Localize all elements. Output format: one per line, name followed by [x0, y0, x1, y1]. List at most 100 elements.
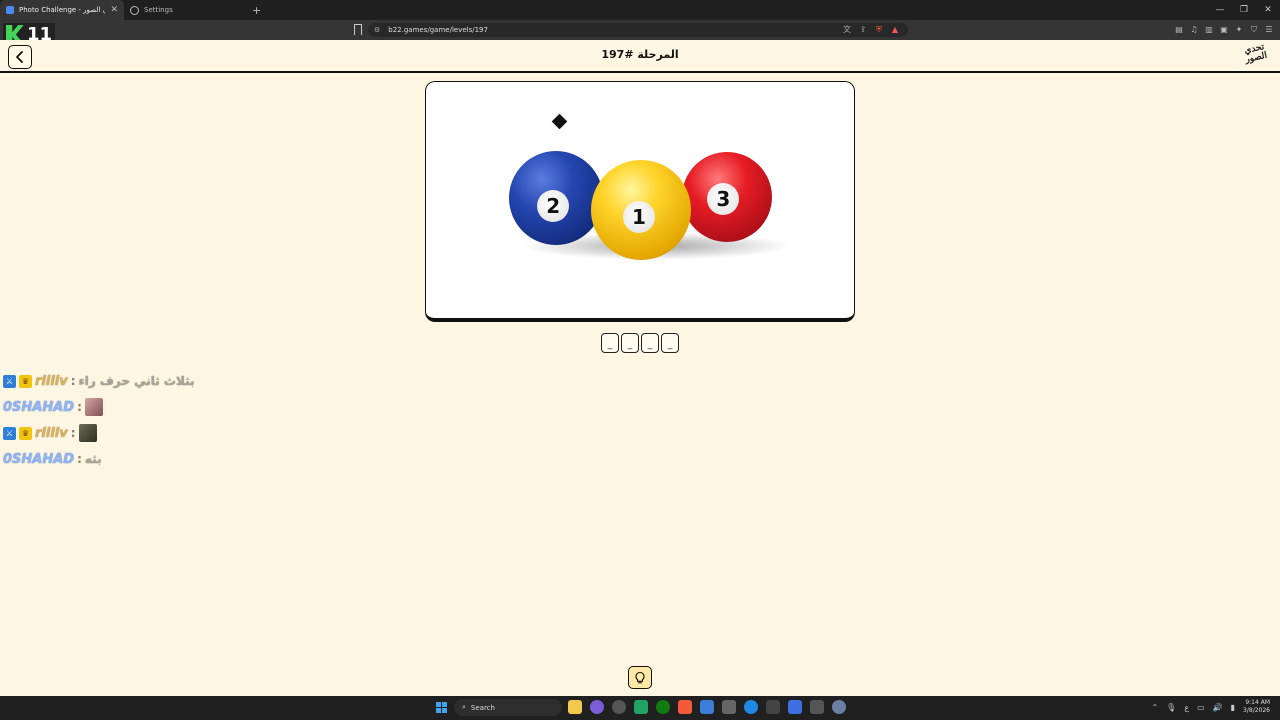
- settings-app-icon[interactable]: [832, 700, 846, 714]
- crown-badge-icon: ♛: [19, 374, 32, 388]
- clock-time: 9:14 AM: [1245, 699, 1270, 706]
- emote-icon: [78, 424, 97, 442]
- toolbar-right-icons: ▤ ♫ ▥ ▣ ✦ ⛉ ☰: [1174, 24, 1274, 35]
- crown-badge-icon: ♛: [19, 426, 32, 440]
- ball-number: 3: [707, 182, 740, 215]
- answer-slots: _ _ _ _: [601, 333, 679, 353]
- emote-icon: [84, 398, 103, 416]
- volume-icon[interactable]: 🔊: [1213, 703, 1223, 712]
- tab-list-icon[interactable]: ▣: [1219, 24, 1229, 35]
- reader-icon[interactable]: ▤: [1174, 24, 1184, 35]
- media-icon[interactable]: ♫: [1189, 24, 1199, 35]
- letter-slot[interactable]: _: [641, 333, 659, 353]
- diamond-icon: [551, 113, 568, 130]
- chat-username: rllllv: [35, 373, 68, 389]
- chevron-left-icon: [16, 51, 23, 63]
- clock-date: 3/8/2026: [1243, 707, 1270, 714]
- defender-icon[interactable]: [700, 700, 714, 714]
- ball-number: 1: [623, 201, 655, 233]
- hint-button[interactable]: [628, 666, 652, 689]
- chat-username: rllllv: [35, 425, 68, 441]
- ball-number: 2: [537, 189, 570, 222]
- display-icon[interactable]: ▭: [1197, 703, 1205, 712]
- clock[interactable]: 9:14 AM 3/8/2026: [1243, 699, 1270, 715]
- brave-rewards-icon[interactable]: ▲: [890, 24, 900, 35]
- chat-overlay: ⚔ ♛ rllllv : بثلاث ثاني حرف راء 0SHAHAD …: [3, 368, 195, 472]
- site-logo[interactable]: تحدي الصور: [1240, 42, 1272, 71]
- window-controls: — ❐ ✕: [1208, 0, 1280, 20]
- bookmark-icon[interactable]: [354, 24, 362, 35]
- letter-slot[interactable]: _: [601, 333, 619, 353]
- file-explorer-icon[interactable]: [568, 700, 582, 714]
- brave-shield-icon[interactable]: ⛨: [874, 24, 884, 35]
- lightbulb-icon: [635, 671, 645, 683]
- teams-icon[interactable]: [788, 700, 802, 714]
- chat-username: 0SHAHAD: [3, 399, 75, 415]
- monitor-icon[interactable]: [810, 700, 824, 714]
- billiard-ball-blue: 2: [509, 151, 603, 245]
- address-bar[interactable]: ⚙ b22.games/game/levels/197: [368, 23, 908, 37]
- tab-title: Settings: [144, 6, 173, 14]
- chat-separator: :: [70, 374, 76, 388]
- gear-icon: [130, 5, 139, 15]
- address-bar-icons: 文 ⇪ ⛨ ▲: [842, 24, 900, 35]
- microphone-icon[interactable]: 🎙: [1166, 703, 1176, 712]
- chat-message: 0SHAHAD : بثه: [3, 446, 195, 472]
- snipping-tool-icon[interactable]: [722, 700, 736, 714]
- site-info-icon[interactable]: ⚙: [374, 26, 380, 34]
- windows-start-icon[interactable]: [436, 702, 447, 713]
- minimize-button[interactable]: —: [1208, 0, 1232, 20]
- tab-title: Photo Challenge - تحدي الصور: [19, 6, 106, 14]
- translate-icon[interactable]: 文: [842, 24, 852, 35]
- billiard-ball-red: 3: [682, 152, 772, 242]
- menu-icon[interactable]: ☰: [1264, 24, 1274, 35]
- chat-separator: :: [70, 426, 76, 440]
- chat-separator: :: [77, 452, 82, 466]
- vpn-icon[interactable]: ⛉: [1249, 24, 1259, 35]
- puzzle-image: 2 3 1: [425, 81, 855, 322]
- os-taskbar: ⌕ Search ⌃ 🎙 ع ▭ 🔊 ▮ 9:14 AM 3/8/2026: [0, 696, 1280, 720]
- sidebar-icon[interactable]: ▥: [1204, 24, 1214, 35]
- chevron-up-icon[interactable]: ⌃: [1151, 703, 1158, 712]
- tab-settings[interactable]: Settings: [124, 0, 248, 20]
- search-icon: ⌕: [462, 703, 466, 711]
- back-button[interactable]: [8, 45, 32, 69]
- new-tab-button[interactable]: +: [252, 0, 261, 20]
- maximize-button[interactable]: ❐: [1232, 0, 1256, 20]
- share-icon[interactable]: ⇪: [858, 24, 868, 35]
- chat-separator: :: [77, 400, 82, 414]
- moderator-badge-icon: ⚔: [3, 374, 16, 388]
- extensions-icon[interactable]: ✦: [1234, 24, 1244, 35]
- system-tray: ⌃ 🎙 ع ▭ 🔊 ▮ 9:14 AM 3/8/2026: [1151, 699, 1270, 715]
- edge-icon[interactable]: [744, 700, 758, 714]
- browser-toolbar: ⚙ b22.games/game/levels/197 文 ⇪ ⛨ ▲ ▤ ♫ …: [0, 20, 1280, 40]
- chat-text: بثه: [84, 452, 102, 466]
- battery-icon[interactable]: ▮: [1231, 703, 1235, 712]
- obs-icon[interactable]: [766, 700, 780, 714]
- url-text: b22.games/game/levels/197: [388, 26, 488, 34]
- letter-slot[interactable]: _: [621, 333, 639, 353]
- letter-slot[interactable]: _: [661, 333, 679, 353]
- close-tab-icon[interactable]: ✕: [110, 5, 118, 15]
- search-label: Search: [470, 703, 495, 712]
- language-indicator[interactable]: ع: [1184, 703, 1189, 712]
- game-header: المرحلة #197 تحدي الصور: [0, 40, 1280, 73]
- brave-icon[interactable]: [678, 700, 692, 714]
- chat-message: ⚔ ♛ rllllv :: [3, 420, 195, 446]
- chat-message: ⚔ ♛ rllllv : بثلاث ثاني حرف راء: [3, 368, 195, 394]
- chrome-icon[interactable]: [612, 700, 626, 714]
- chat-text: بثلاث ثاني حرف راء: [78, 374, 195, 388]
- browser-tabstrip: Photo Challenge - تحدي الصور ✕ Settings …: [0, 0, 1280, 20]
- page-title: المرحلة #197: [601, 48, 679, 61]
- sheets-icon[interactable]: [634, 700, 648, 714]
- chat-username: 0SHAHAD: [3, 451, 75, 467]
- taskbar-search[interactable]: ⌕ Search: [454, 699, 562, 716]
- xbox-icon[interactable]: [656, 700, 670, 714]
- moderator-badge-icon: ⚔: [3, 426, 16, 440]
- chat-message: 0SHAHAD :: [3, 394, 195, 420]
- tab-photo-challenge[interactable]: Photo Challenge - تحدي الصور ✕: [0, 0, 124, 20]
- site-favicon-icon: [6, 6, 14, 14]
- taskbar-apps: [568, 700, 846, 714]
- close-window-button[interactable]: ✕: [1256, 0, 1280, 20]
- copilot-icon[interactable]: [590, 700, 604, 714]
